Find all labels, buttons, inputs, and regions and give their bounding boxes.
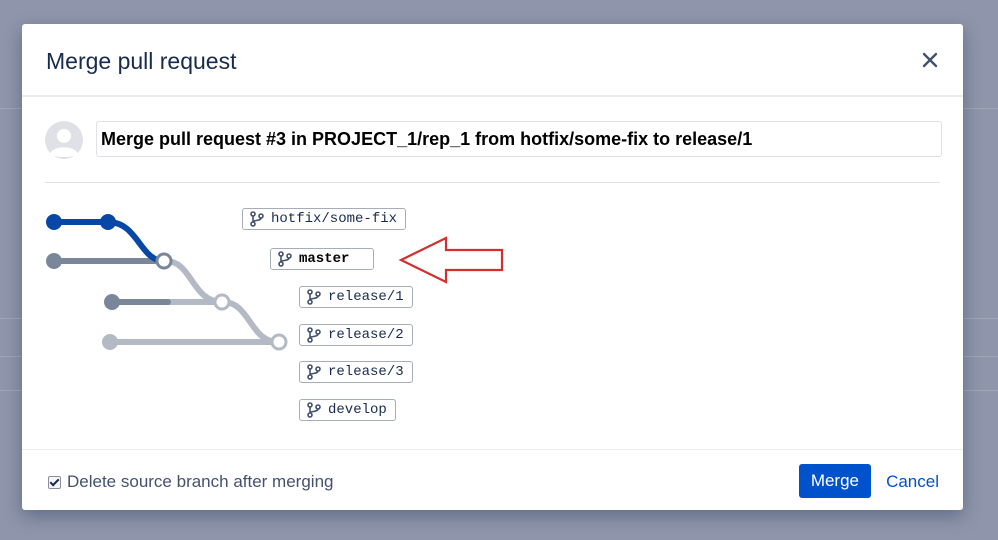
dialog-title: Merge pull request (46, 48, 237, 74)
branch-label: release/2 (328, 327, 404, 343)
delete-source-branch-option[interactable]: Delete source branch after merging (48, 472, 333, 492)
branch-tag-release-3[interactable]: release/3 (299, 361, 413, 383)
merge-pull-request-dialog: Merge pull request Merge pull request #3… (22, 24, 963, 510)
commit-message-input[interactable] (96, 121, 942, 157)
default-avatar-icon (45, 121, 83, 159)
branch-icon (250, 211, 264, 227)
close-icon[interactable] (920, 50, 940, 70)
branch-tag-hotfix-some-fix[interactable]: hotfix/some-fix (242, 208, 407, 230)
branch-icon (307, 327, 321, 343)
branch-label: release/3 (328, 364, 404, 380)
branch-tag-develop[interactable]: develop (299, 399, 396, 421)
cancel-button[interactable]: Cancel (886, 472, 939, 492)
branch-icon (307, 364, 321, 380)
branch-label: develop (328, 402, 387, 418)
dialog-footer: Delete source branch after merging Merge… (22, 449, 963, 510)
dialog-header: Merge pull request (22, 24, 963, 97)
branch-label: hotfix/some-fix (271, 211, 398, 227)
branch-label: master (299, 251, 350, 267)
red-arrow-icon (398, 236, 506, 291)
branch-tag-master[interactable]: master (270, 248, 374, 270)
branch-tag-release-2[interactable]: release/2 (299, 324, 413, 346)
section-divider (45, 182, 940, 183)
branch-icon (307, 402, 321, 418)
branch-icon (278, 251, 292, 267)
branch-tag-release-1[interactable]: release/1 (299, 286, 413, 308)
branch-label: release/1 (328, 289, 404, 305)
delete-source-branch-label: Delete source branch after merging (67, 472, 334, 491)
branch-icon (307, 289, 321, 305)
merge-button[interactable]: Merge (798, 464, 871, 498)
delete-source-branch-checkbox[interactable] (48, 475, 61, 489)
